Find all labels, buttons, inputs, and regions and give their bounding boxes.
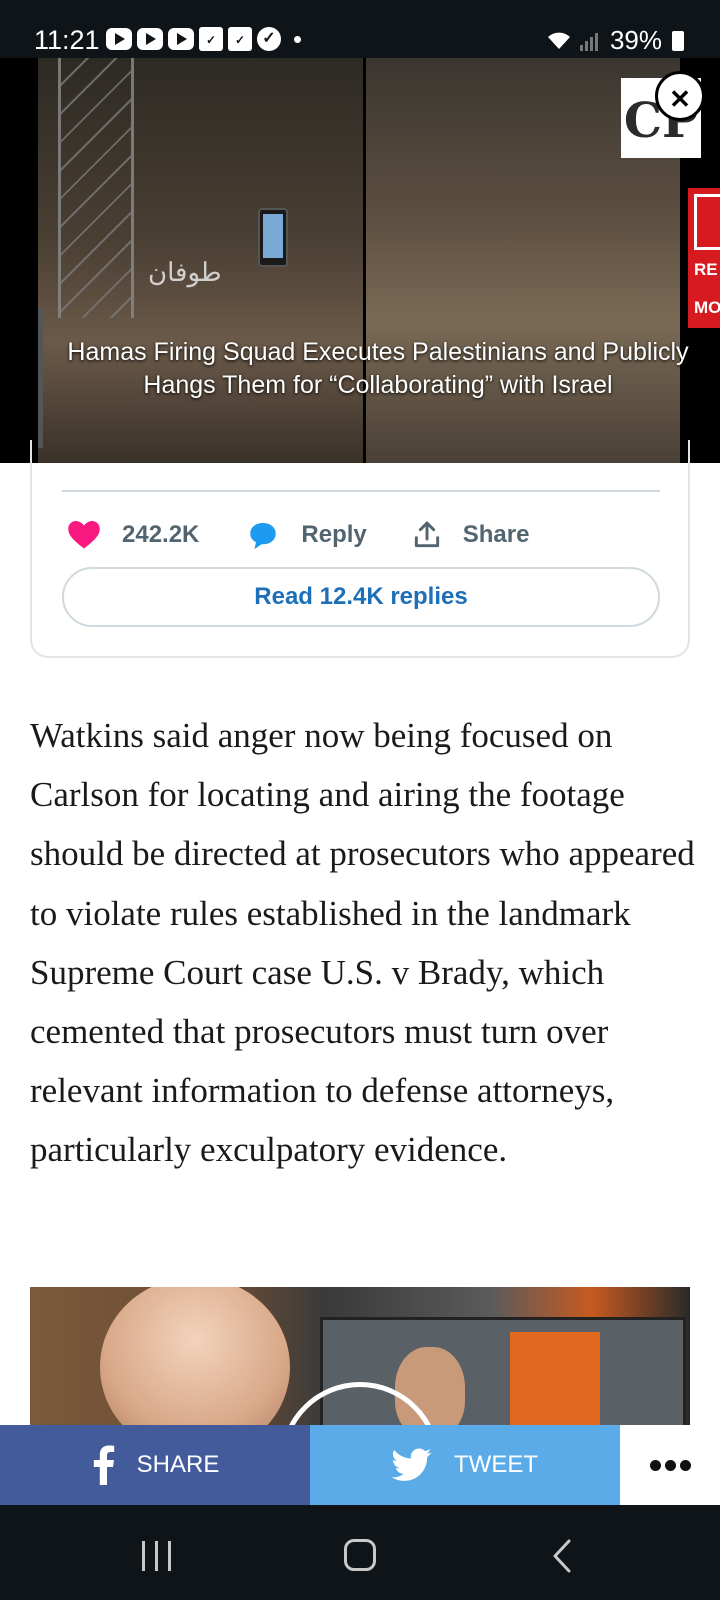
reply-label: Reply xyxy=(301,521,367,548)
facebook-icon xyxy=(93,1445,114,1485)
status-right: 39% xyxy=(546,25,684,56)
like-button[interactable]: 242.2K xyxy=(66,517,199,553)
status-time: 11:21 xyxy=(34,25,100,55)
share-upload-icon xyxy=(414,521,439,548)
like-count: 242.2K xyxy=(122,521,200,548)
article-image[interactable] xyxy=(30,1287,690,1427)
twitter-bird-icon xyxy=(392,1448,432,1481)
share-bar: SHARE TWEET xyxy=(0,1425,720,1505)
tweet-actions: 242.2K Reply Share xyxy=(66,512,529,558)
tower-graphic xyxy=(58,58,134,318)
article-paragraph: Watkins said anger now being focused on … xyxy=(30,716,695,1170)
share-label: Share xyxy=(462,521,530,548)
more-share-button[interactable] xyxy=(620,1425,720,1505)
youtube-icon xyxy=(106,28,132,50)
ad-watermark: ﻃﻮﻓﺎﻥ xyxy=(148,258,222,288)
callfilter-icon: ✓ xyxy=(228,27,252,51)
background-panel-graphic xyxy=(510,1332,600,1427)
tweet-divider xyxy=(62,490,660,492)
facebook-share-button[interactable]: SHARE xyxy=(0,1425,310,1505)
youtube-icon xyxy=(137,28,163,50)
back-icon[interactable] xyxy=(552,1539,572,1573)
ad-side-text-2: MO xyxy=(694,298,720,317)
wifi-icon xyxy=(547,32,570,49)
close-icon[interactable]: ✕ xyxy=(655,71,705,121)
video-ad[interactable]: ﻃﻮﻓﺎﻥ Hamas Firing Squad Executes Palest… xyxy=(0,58,720,463)
battery-icon xyxy=(672,30,684,51)
dot-icon xyxy=(294,35,301,43)
notification-icons: ✓ ✓ ✓ xyxy=(106,27,301,51)
recent-apps-icon[interactable] xyxy=(142,1541,171,1571)
ad-side-text-1: RE xyxy=(694,260,718,279)
more-dots-icon xyxy=(649,1459,691,1471)
ad-side-banner[interactable]: RE MO xyxy=(688,188,720,328)
share-button[interactable]: Share xyxy=(411,518,530,552)
youtube-icon xyxy=(168,28,194,50)
twitter-share-label: TWEET xyxy=(454,1451,538,1478)
callfilter-icon: ✓ xyxy=(199,27,223,51)
signal-icon xyxy=(579,32,598,51)
reply-bubble-icon xyxy=(250,522,277,550)
tweet-card: 242.2K Reply Share Read 12.4K replies xyxy=(30,440,690,658)
read-replies-button[interactable]: Read 12.4K replies xyxy=(62,567,660,627)
heart-icon xyxy=(68,521,100,549)
person-graphic xyxy=(100,1287,290,1427)
ad-side-box xyxy=(694,194,720,250)
reply-button[interactable]: Reply xyxy=(245,518,367,552)
battery-percent: 39% xyxy=(609,25,662,55)
navigation-bar xyxy=(0,1505,720,1600)
home-icon[interactable] xyxy=(344,1539,376,1571)
phone-graphic xyxy=(258,208,288,267)
twitter-share-button[interactable]: TWEET xyxy=(310,1425,620,1505)
facebook-share-label: SHARE xyxy=(136,1451,220,1478)
ad-image-left: ﻃﻮﻓﺎﻥ xyxy=(38,58,363,463)
ad-caption: Hamas Firing Squad Executes Palestinians… xyxy=(67,338,689,399)
check-icon: ✓ xyxy=(257,27,281,51)
